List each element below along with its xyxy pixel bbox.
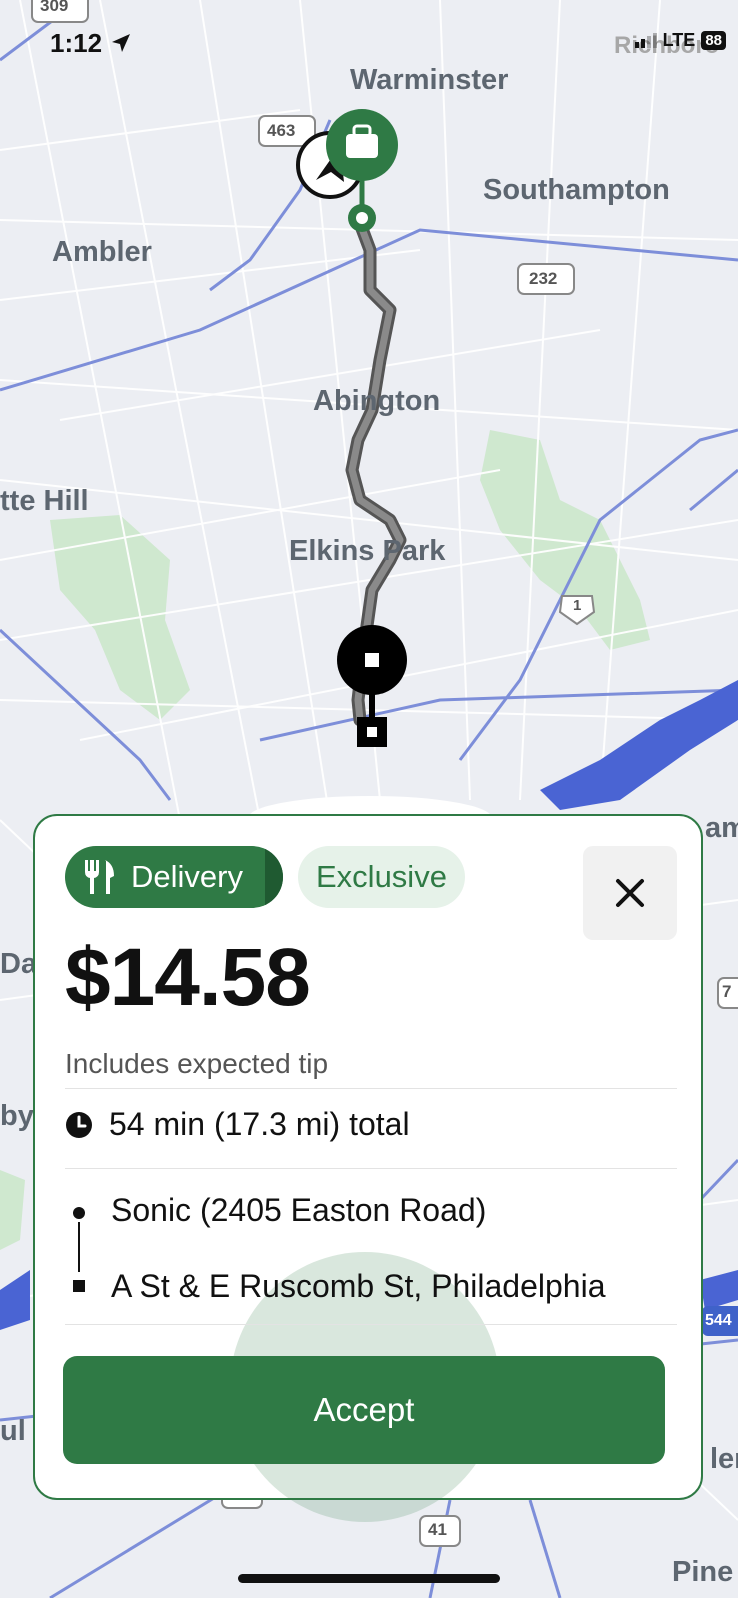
battery-icon: 88 bbox=[701, 31, 726, 50]
map-label: 544 bbox=[705, 1312, 732, 1329]
exclusive-badge: Exclusive bbox=[298, 846, 465, 908]
network-label: LTE bbox=[662, 30, 696, 50]
divider bbox=[65, 1168, 677, 1169]
map-label: 232 bbox=[529, 269, 558, 288]
clock-icon bbox=[66, 1111, 92, 1138]
pickup-dot-icon bbox=[73, 1207, 85, 1219]
map-label: Ambler bbox=[52, 236, 152, 268]
map-label: tte Hill bbox=[0, 485, 89, 517]
dropoff-address: A St & E Ruscomb St, Philadelphia bbox=[111, 1268, 606, 1304]
delivery-label: Delivery bbox=[131, 859, 243, 894]
fork-knife-icon bbox=[85, 860, 114, 894]
map-label: by bbox=[0, 1100, 34, 1132]
map-label: 7 bbox=[722, 982, 732, 1001]
route-line bbox=[78, 1222, 80, 1272]
status-bar: 1:12 LTE 88 bbox=[0, 0, 738, 90]
map-label: 1 bbox=[573, 597, 582, 614]
trip-duration: 54 min (17.3 mi) total bbox=[109, 1106, 410, 1142]
map-label: ul bbox=[0, 1415, 26, 1447]
map-label: Abington bbox=[313, 385, 441, 417]
trip-duration-row: 54 min (17.3 mi) total bbox=[65, 1106, 410, 1143]
signal-icon bbox=[634, 33, 657, 48]
map-label: ler bbox=[710, 1443, 738, 1475]
map-label: Southampton bbox=[483, 174, 670, 206]
delivery-badge: Delivery bbox=[65, 846, 283, 908]
location-arrow-icon bbox=[112, 34, 130, 52]
home-indicator[interactable] bbox=[238, 1574, 500, 1583]
map-label: 463 bbox=[267, 121, 296, 140]
accept-button[interactable]: Accept bbox=[63, 1356, 665, 1464]
close-button[interactable] bbox=[583, 846, 677, 940]
divider bbox=[65, 1088, 677, 1089]
price-note: Includes expected tip bbox=[65, 1048, 329, 1079]
map-label: Pine bbox=[672, 1556, 734, 1588]
pickup-address: Sonic (2405 Easton Road) bbox=[111, 1192, 487, 1228]
map-label: 41 bbox=[428, 1520, 447, 1539]
offer-price: $14.58 bbox=[65, 932, 311, 1023]
status-time: 1:12 bbox=[50, 28, 103, 58]
divider bbox=[65, 1324, 677, 1325]
map-label: am bbox=[705, 812, 738, 844]
map-label: Elkins Park bbox=[289, 535, 446, 567]
map-label: Da bbox=[0, 948, 38, 980]
close-icon bbox=[616, 879, 644, 907]
dropoff-square-icon bbox=[73, 1280, 85, 1292]
status-indicators: LTE 88 bbox=[634, 30, 726, 51]
offer-card: Delivery Exclusive $14.58 Includes expec… bbox=[33, 814, 703, 1522]
